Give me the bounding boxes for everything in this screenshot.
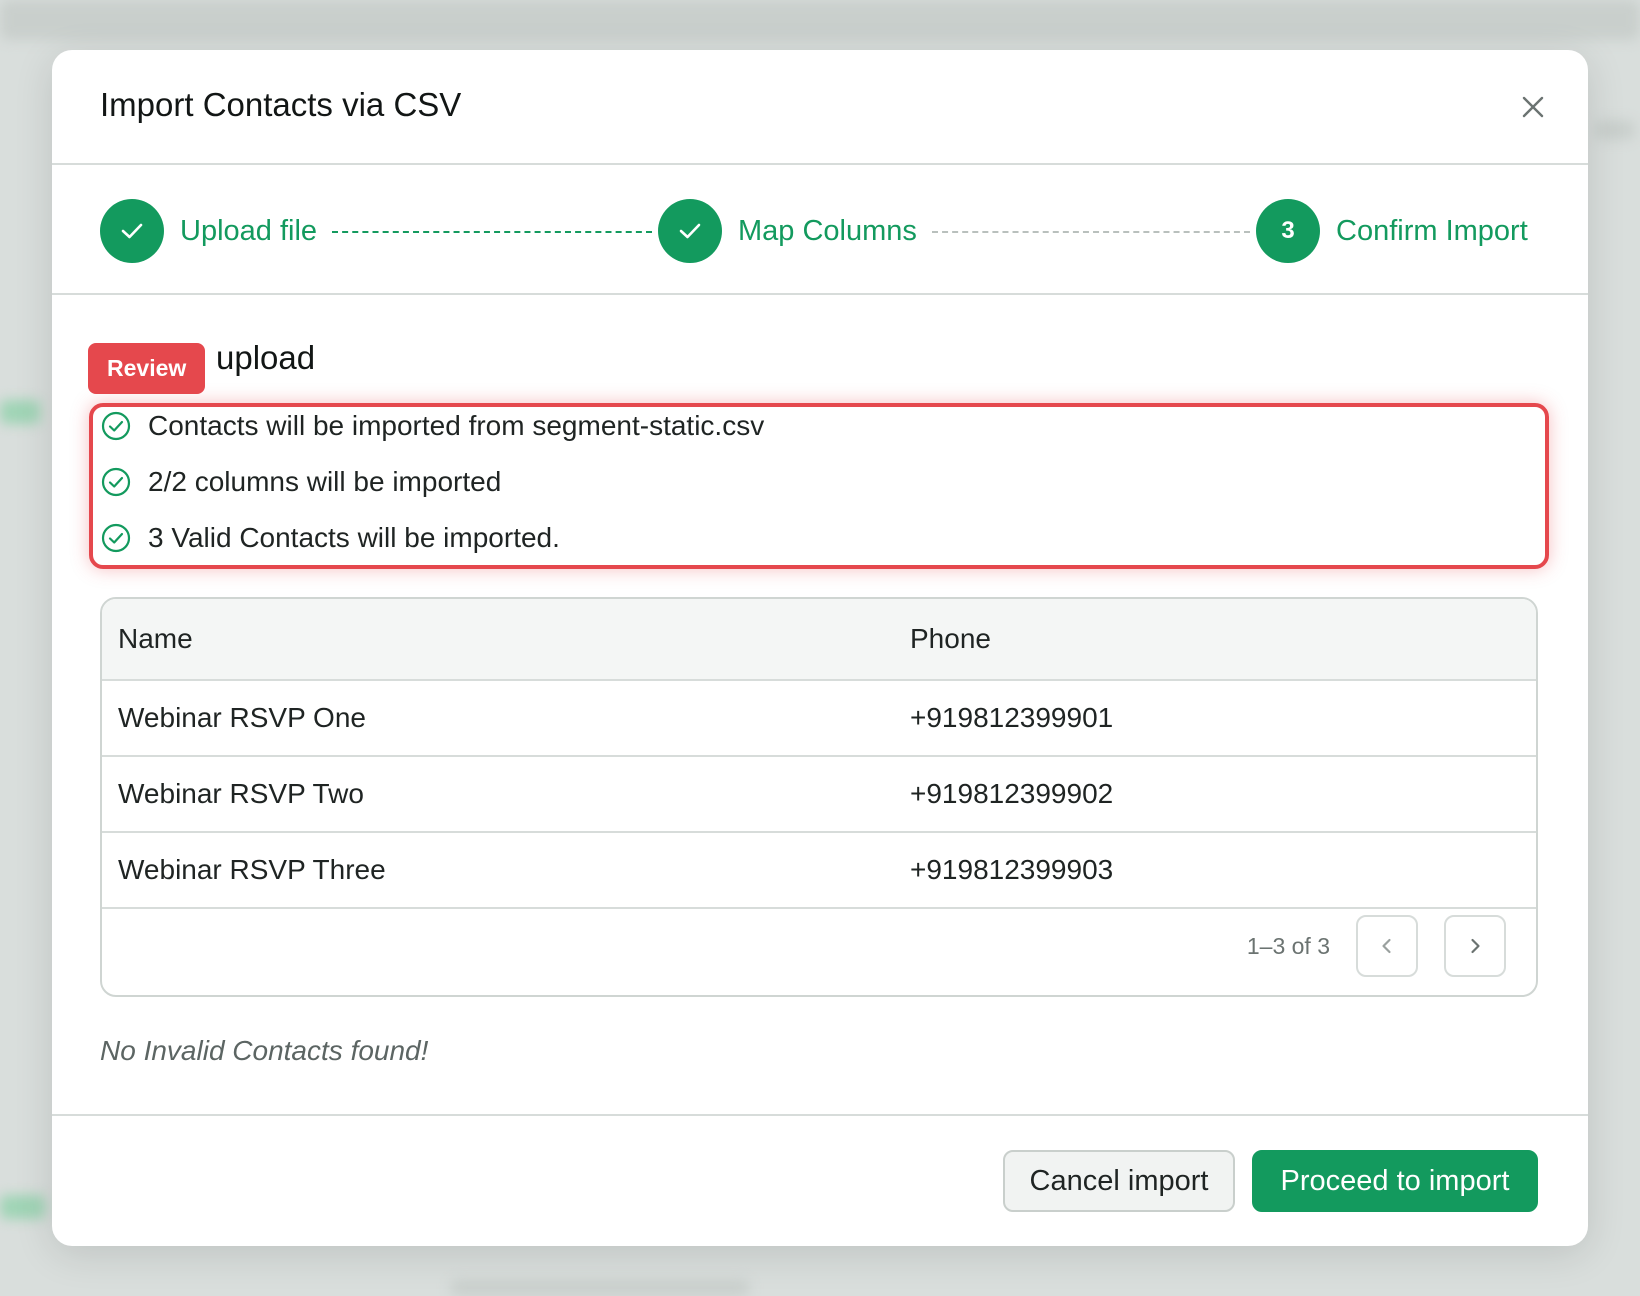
column-header-phone[interactable]: Phone [910,599,991,679]
background-badge [0,1195,45,1219]
background-bar [0,0,1640,40]
close-button[interactable] [1518,92,1548,122]
summary-item: 2/2 columns will be imported [100,466,501,498]
summary-item: 3 Valid Contacts will be imported. [100,522,560,554]
cell-phone: +919812399902 [910,778,1114,809]
circle-check-icon [101,467,131,497]
summary-text: 2/2 columns will be imported [148,466,502,497]
import-contacts-modal: Import Contacts via CSV Upload file Map … [52,50,1588,1246]
table-row: Webinar RSVP One +919812399901 [102,681,1536,757]
circle-check-icon [101,523,131,553]
step-label: Upload file [180,214,318,247]
summary-text: 3 Valid Contacts will be imported. [148,522,560,553]
step-complete-marker [658,199,722,263]
step-connector [932,231,1250,233]
background-badge [0,400,40,424]
step-upload-file: Upload file [100,199,317,263]
table-header-row: Name Phone [102,599,1536,681]
step-label: Map Columns [738,214,917,247]
section-title: upload [216,339,315,377]
step-complete-marker [100,199,164,263]
table-pagination: 1–3 of 3 [102,899,1536,995]
step-number: 3 [1256,199,1320,263]
step-confirm-import: 3 Confirm Import [1256,199,1528,263]
cell-phone: +919812399901 [910,702,1114,733]
modal-footer: Cancel import Proceed to import [52,1114,1588,1246]
cell-name: Webinar RSVP Two [118,778,364,809]
chevron-right-icon [1471,938,1480,954]
cell-name: Webinar RSVP One [118,702,366,733]
modal-body: Review upload Contacts will be imported … [52,295,1588,1115]
step-map-columns: Map Columns [658,199,917,263]
modal-header: Import Contacts via CSV [52,50,1588,165]
modal-title: Import Contacts via CSV [100,86,462,123]
invalid-contacts-note: No Invalid Contacts found! [100,1035,429,1066]
contacts-table: Name Phone Webinar RSVP One +91981239990… [100,597,1538,997]
cell-name: Webinar RSVP Three [118,854,386,885]
step-label: Confirm Import [1336,214,1528,247]
check-icon [679,223,701,239]
close-icon [1522,96,1544,118]
proceed-to-import-button[interactable]: Proceed to import [1252,1150,1538,1212]
cancel-import-button[interactable]: Cancel import [1003,1150,1235,1212]
summary-item: Contacts will be imported from segment-s… [100,410,764,442]
table-row: Webinar RSVP Two +919812399902 [102,757,1536,833]
background-bar [450,1280,750,1296]
pagination-range: 1–3 of 3 [1246,933,1330,959]
summary-text: Contacts will be imported from segment-s… [148,410,765,441]
chevron-left-icon [1382,938,1391,954]
review-badge: Review [88,343,206,394]
column-header-name[interactable]: Name [118,599,193,679]
background-bar [1595,120,1635,140]
section-title-text: upload [216,339,316,376]
cell-phone: +919812399903 [910,854,1114,885]
table-row: Webinar RSVP Three +919812399903 [102,833,1536,909]
check-icon [121,223,143,239]
circle-check-icon [101,411,131,441]
next-page-button[interactable] [1444,915,1506,977]
previous-page-button[interactable] [1356,915,1418,977]
import-stepper: Upload file Map Columns 3 Confirm Import [52,165,1588,295]
step-connector [332,231,652,233]
